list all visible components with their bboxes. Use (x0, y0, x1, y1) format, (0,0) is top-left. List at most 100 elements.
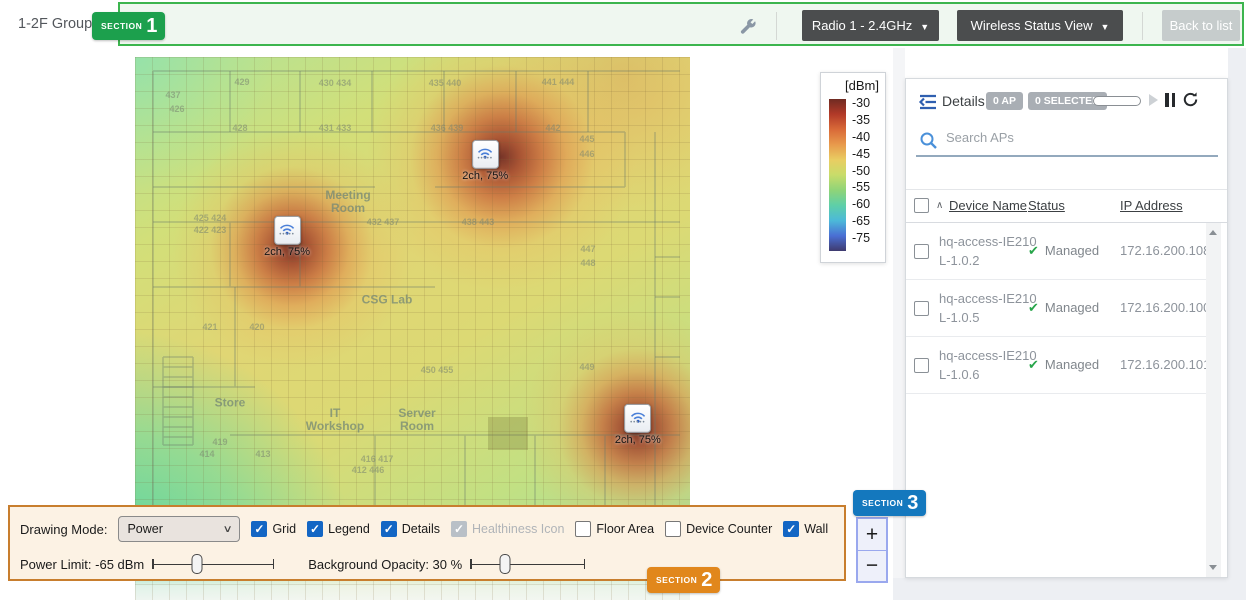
status-text: Managed (1045, 357, 1099, 372)
play-icon[interactable] (1149, 94, 1158, 106)
section-2-badge: SECTION 2 (647, 567, 720, 593)
room-number: 430 434 (319, 78, 352, 88)
ap-marker[interactable]: •••••2ch, 75% (462, 140, 508, 182)
table-row: hq-access-IE210L-1.0.6✔Managed172.16.200… (906, 337, 1207, 394)
column-device-name[interactable]: Device Name (949, 198, 1027, 213)
details-panel: Details 0 AP 0 SELECTED ∧ Device Name St… (905, 78, 1228, 578)
checkbox-details[interactable]: ✓ Details (381, 521, 440, 537)
radio-dropdown-label: Radio 1 - 2.4GHz (812, 18, 912, 33)
checkbox-wall[interactable]: ✓Wall (783, 521, 828, 537)
refresh-icon[interactable] (1182, 91, 1199, 108)
checkbox-label: Wall (804, 522, 828, 536)
room-number: 414 (199, 449, 214, 459)
room-number: 448 (580, 258, 595, 268)
collapse-panel-icon[interactable] (918, 94, 938, 110)
row-checkbox[interactable] (914, 358, 929, 373)
wifi-ap-icon: ••••• (624, 404, 651, 433)
checkbox-box: ✓ (381, 521, 397, 537)
table-row: hq-access-IE210L-1.0.2✔Managed172.16.200… (906, 223, 1207, 280)
search-input[interactable] (946, 130, 1206, 145)
ap-marker[interactable]: •••••2ch, 75% (615, 404, 661, 446)
opacity-slider-thumb[interactable] (499, 554, 510, 574)
room-number: 446 (579, 149, 594, 159)
room-number: 426 (169, 104, 184, 114)
room-label: MeetingRoom (325, 189, 370, 215)
room-number: 412 446 (352, 465, 385, 475)
zoom-in-button[interactable]: + (858, 519, 886, 550)
device-sub-name: L-1.0.6 (939, 365, 1037, 384)
device-sub-name: L-1.0.5 (939, 308, 1037, 327)
legend-tick: -30 (852, 95, 870, 112)
chevron-down-icon: ▼ (1100, 22, 1109, 32)
checkbox-floor-area[interactable]: Floor Area (575, 521, 654, 537)
right-gutter-strip (893, 48, 905, 600)
back-to-list-button[interactable]: Back to list (1162, 10, 1240, 41)
table-header: ∧ Device Name Status IP Address (906, 190, 1227, 223)
section-label: SECTION (656, 575, 697, 585)
checkbox-healthiness-icon: ✓Healthiness Icon (451, 521, 564, 537)
checkbox-box: ✓ (251, 521, 267, 537)
wrench-icon[interactable] (740, 18, 757, 35)
select-all-checkbox[interactable] (914, 198, 929, 213)
sort-caret-icon[interactable]: ∧ (936, 200, 943, 211)
checkbox-box: ✓ (307, 521, 323, 537)
scroll-down-arrow[interactable] (1209, 565, 1217, 570)
checkbox-label: Details (402, 522, 440, 536)
opacity-label: Background Opacity: 30 % (308, 557, 462, 572)
panel-title: Details (942, 93, 985, 109)
radio-dropdown[interactable]: Radio 1 - 2.4GHz ▼ (802, 10, 939, 41)
search-field (916, 127, 1218, 157)
row-checkbox[interactable] (914, 301, 929, 316)
room-number: 438 443 (462, 217, 495, 227)
legend-tick: -35 (852, 112, 870, 129)
section-number: 3 (907, 493, 918, 513)
room-number: 422 423 (194, 225, 227, 235)
room-label: ServerRoom (398, 407, 435, 433)
drawing-mode-label: Drawing Mode: (20, 522, 107, 537)
power-limit-slider[interactable] (152, 554, 274, 574)
room-number: 421 (202, 322, 217, 332)
pause-icon[interactable] (1165, 93, 1175, 107)
room-label: CSG Lab (362, 294, 413, 307)
checkbox-box (665, 521, 681, 537)
room-number: 450 455 (421, 365, 454, 375)
checkbox-box (575, 521, 591, 537)
legend-color-bar (829, 99, 846, 251)
panel-header: Details 0 AP 0 SELECTED (906, 79, 1227, 123)
power-limit-slider-thumb[interactable] (192, 554, 203, 574)
ap-marker[interactable]: •••••2ch, 75% (264, 216, 310, 258)
room-number: 428 (232, 123, 247, 133)
map-zoom-controls: + − (856, 517, 888, 583)
opacity-slider[interactable] (470, 554, 585, 574)
drawing-mode-select[interactable]: Power ∨ (118, 516, 240, 542)
column-status[interactable]: Status (1028, 198, 1065, 213)
select-chevron-icon: ∨ (223, 524, 233, 535)
view-dropdown[interactable]: Wireless Status View ▼ (957, 10, 1123, 41)
status-text: Managed (1045, 243, 1099, 258)
scroll-up-arrow[interactable] (1209, 230, 1217, 235)
table-row: hq-access-IE210L-1.0.5✔Managed172.16.200… (906, 280, 1207, 337)
section-1-badge: SECTION 1 (92, 12, 165, 40)
checkbox-grid[interactable]: ✓Grid (251, 521, 296, 537)
zoom-out-button[interactable]: − (858, 551, 886, 582)
bottom-right-gutter (893, 578, 1246, 600)
top-toolbar: 1-2F Group Radio 1 - 2.4GHz ▼ Wireless S… (0, 0, 1246, 48)
drawing-mode-value: Power (127, 522, 224, 536)
status-text: Managed (1045, 300, 1099, 315)
list-scrollbar[interactable] (1206, 223, 1221, 577)
room-number: 449 (579, 362, 594, 372)
device-name-cell: hq-access-IE210L-1.0.2 (939, 232, 1037, 270)
row-checkbox[interactable] (914, 244, 929, 259)
legend-title: [dBm] (845, 78, 879, 93)
device-sub-name: L-1.0.2 (939, 251, 1037, 270)
chevron-down-icon: ▼ (920, 22, 929, 32)
ip-address-cell: 172.16.200.108 (1120, 243, 1210, 258)
column-ip-address[interactable]: IP Address (1120, 198, 1183, 213)
room-number: 437 (165, 90, 180, 100)
section-number: 2 (701, 570, 712, 590)
checkbox-device-counter[interactable]: Device Counter (665, 521, 772, 537)
section-label: SECTION (862, 498, 903, 508)
checkbox-label: Healthiness Icon (472, 522, 564, 536)
dbm-legend: [dBm] -30-35-40-45-50-55-60-65-75 (820, 72, 886, 263)
checkbox-legend[interactable]: ✓Legend (307, 521, 370, 537)
